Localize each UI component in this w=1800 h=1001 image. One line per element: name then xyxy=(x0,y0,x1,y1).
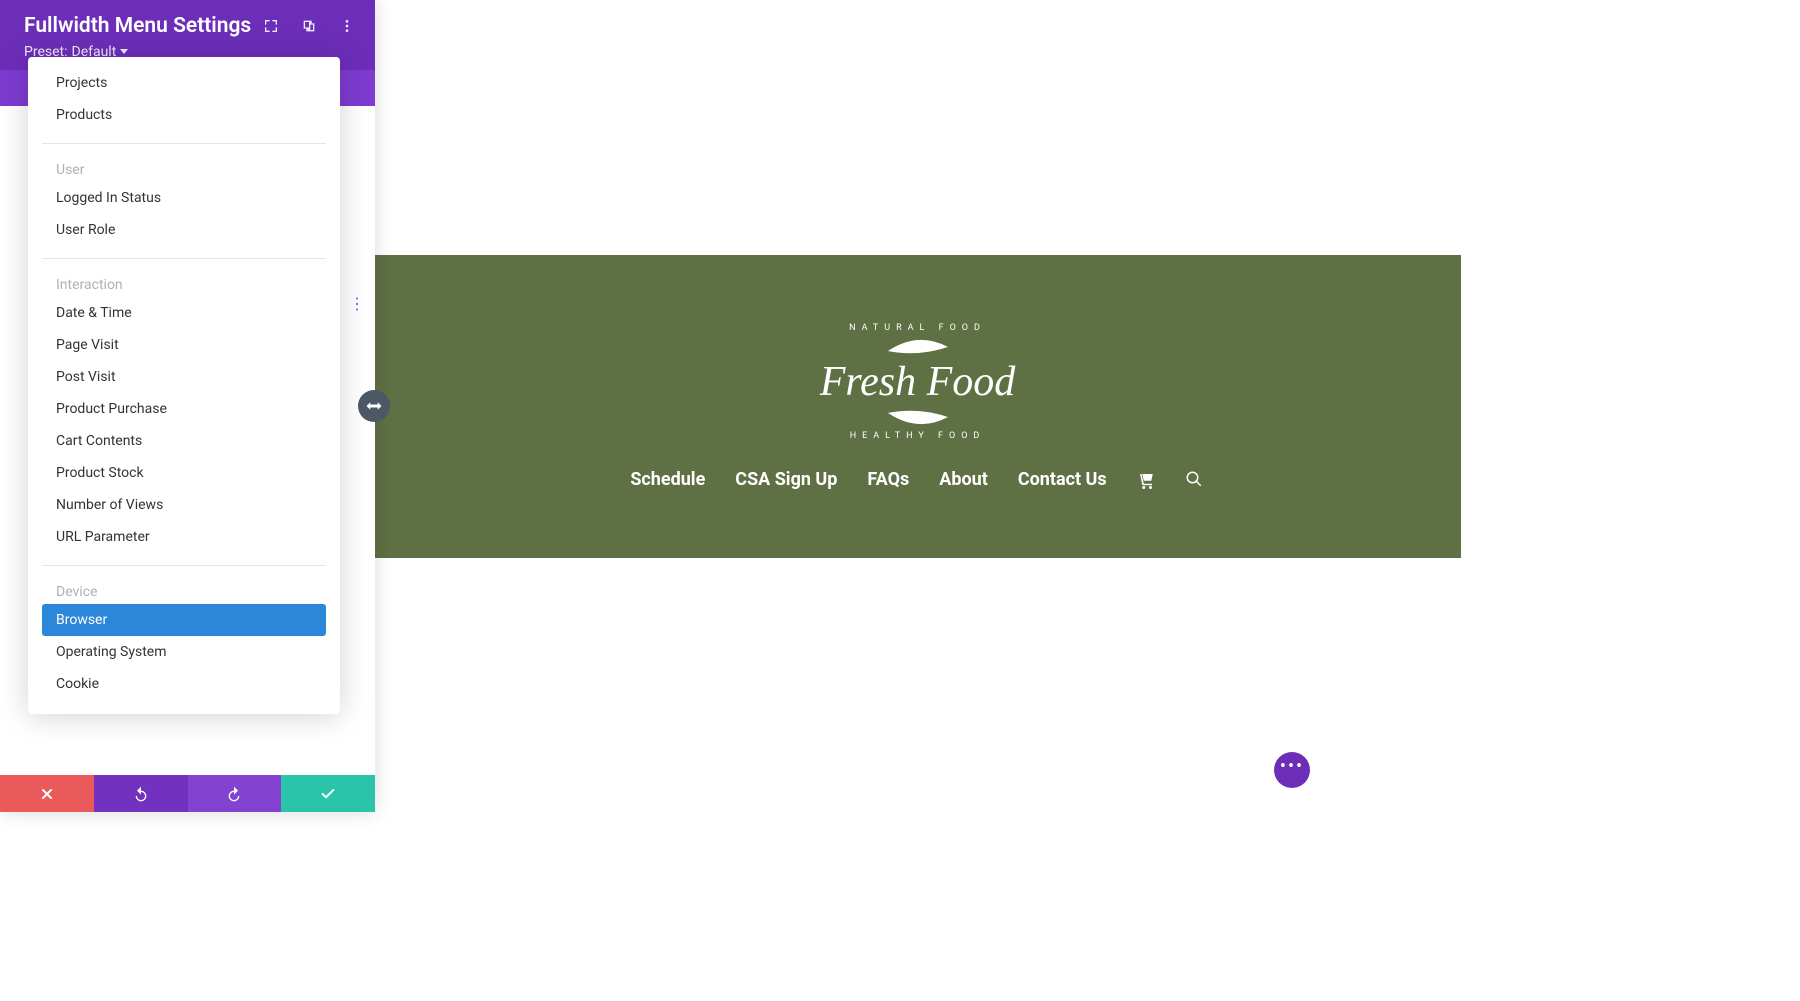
dropdown-item[interactable]: Product Stock xyxy=(42,457,326,489)
nav-links: Schedule CSA Sign Up FAQs About Contact Us xyxy=(630,469,1204,490)
condition-dropdown[interactable]: ProjectsProducts UserLogged In StatusUser… xyxy=(28,57,340,714)
undo-icon xyxy=(133,786,149,802)
cancel-button[interactable] xyxy=(0,775,94,812)
dropdown-item[interactable]: URL Parameter xyxy=(42,521,326,553)
dropdown-group-label: Interaction xyxy=(42,271,326,297)
cart-icon[interactable] xyxy=(1137,471,1155,489)
redo-icon xyxy=(226,786,242,802)
dropdown-item[interactable]: Page Visit xyxy=(42,329,326,361)
section-options-icon[interactable]: ⋮ xyxy=(349,294,365,313)
save-button[interactable] xyxy=(281,775,375,812)
preview-area: NATURAL FOOD Fresh Food HEALTHY FOOD Sch… xyxy=(374,0,1461,1001)
dropdown-item[interactable]: Operating System xyxy=(42,636,326,668)
dropdown-item[interactable]: Product Purchase xyxy=(42,393,326,425)
right-gutter xyxy=(1461,0,1800,1001)
dropdown-item[interactable]: Projects xyxy=(42,67,326,99)
leaf-icon xyxy=(883,409,953,427)
responsive-icon[interactable] xyxy=(301,18,317,34)
leaf-icon xyxy=(883,337,953,355)
dropdown-item[interactable]: Cookie xyxy=(42,668,326,700)
dropdown-item[interactable]: Number of Views xyxy=(42,489,326,521)
dropdown-item[interactable]: Cart Contents xyxy=(42,425,326,457)
nav-link[interactable]: CSA Sign Up xyxy=(735,469,837,490)
search-icon[interactable] xyxy=(1185,470,1205,490)
logo-tagline-bottom: HEALTHY FOOD xyxy=(850,431,986,441)
more-vertical-icon[interactable] xyxy=(339,18,355,34)
nav-link[interactable]: Contact Us xyxy=(1018,469,1107,490)
dropdown-item[interactable]: Date & Time xyxy=(42,297,326,329)
dropdown-item[interactable]: Products xyxy=(42,99,326,131)
panel-title: Fullwidth Menu Settings xyxy=(24,14,263,38)
divider xyxy=(42,143,326,144)
resize-handle[interactable] xyxy=(358,390,390,422)
action-bar xyxy=(0,775,375,812)
check-icon xyxy=(320,786,336,802)
redo-button[interactable] xyxy=(188,775,282,812)
logo[interactable]: NATURAL FOOD Fresh Food HEALTHY FOOD xyxy=(820,323,1016,441)
fullwidth-menu-preview: NATURAL FOOD Fresh Food HEALTHY FOOD Sch… xyxy=(374,255,1461,558)
logo-tagline-top: NATURAL FOOD xyxy=(849,323,986,333)
ellipsis-icon: ••• xyxy=(1280,758,1304,776)
nav-link[interactable]: Schedule xyxy=(630,469,705,490)
dropdown-item[interactable]: User Role xyxy=(42,214,326,246)
chevron-down-icon xyxy=(120,49,128,55)
dropdown-item[interactable]: Browser xyxy=(42,604,326,636)
logo-text: Fresh Food xyxy=(820,361,1016,403)
dropdown-group-label: Device xyxy=(42,578,326,604)
expand-icon[interactable] xyxy=(263,18,279,34)
dropdown-item[interactable]: Logged In Status xyxy=(42,182,326,214)
nav-link[interactable]: FAQs xyxy=(867,469,909,490)
nav-link[interactable]: About xyxy=(939,469,988,490)
divider xyxy=(42,258,326,259)
divider xyxy=(42,565,326,566)
undo-button[interactable] xyxy=(94,775,188,812)
close-icon xyxy=(39,786,55,802)
dropdown-group-label: User xyxy=(42,156,326,182)
page-options-fab[interactable]: ••• xyxy=(1274,752,1310,788)
dropdown-item[interactable]: Post Visit xyxy=(42,361,326,393)
